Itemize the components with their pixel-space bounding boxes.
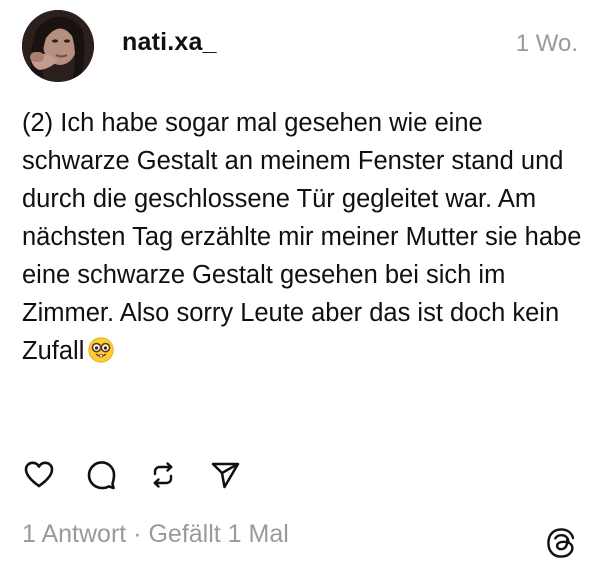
threads-logo-icon[interactable]	[544, 526, 578, 560]
share-button[interactable]	[208, 458, 242, 492]
post-timestamp: 1 Wo.	[515, 30, 578, 57]
stats-separator: ·	[133, 520, 142, 548]
avatar[interactable]	[22, 10, 94, 82]
avatar-image	[22, 10, 94, 82]
like-count[interactable]: Gefällt 1 Mal	[148, 520, 288, 548]
reply-button[interactable]	[84, 458, 118, 492]
repost-icon	[153, 462, 173, 488]
nerd-face-emoji	[88, 337, 114, 363]
like-button[interactable]	[22, 458, 56, 492]
reply-count[interactable]: 1 Antwort	[22, 520, 126, 548]
post-stats: 1 Antwort · Gefällt 1 Mal	[22, 520, 289, 549]
comment-icon	[87, 461, 116, 490]
repost-button[interactable]	[146, 458, 180, 492]
send-icon	[211, 462, 240, 489]
post-actions	[22, 458, 242, 492]
username[interactable]: nati.xa_	[122, 28, 217, 57]
heart-icon	[24, 461, 54, 488]
post-text-content: (2) Ich habe sogar mal gesehen wie eine …	[22, 109, 582, 365]
thread-post: nati.xa_ 1 Wo. (2) Ich habe sogar mal ge…	[0, 0, 596, 580]
post-text: (2) Ich habe sogar mal gesehen wie eine …	[22, 104, 582, 370]
